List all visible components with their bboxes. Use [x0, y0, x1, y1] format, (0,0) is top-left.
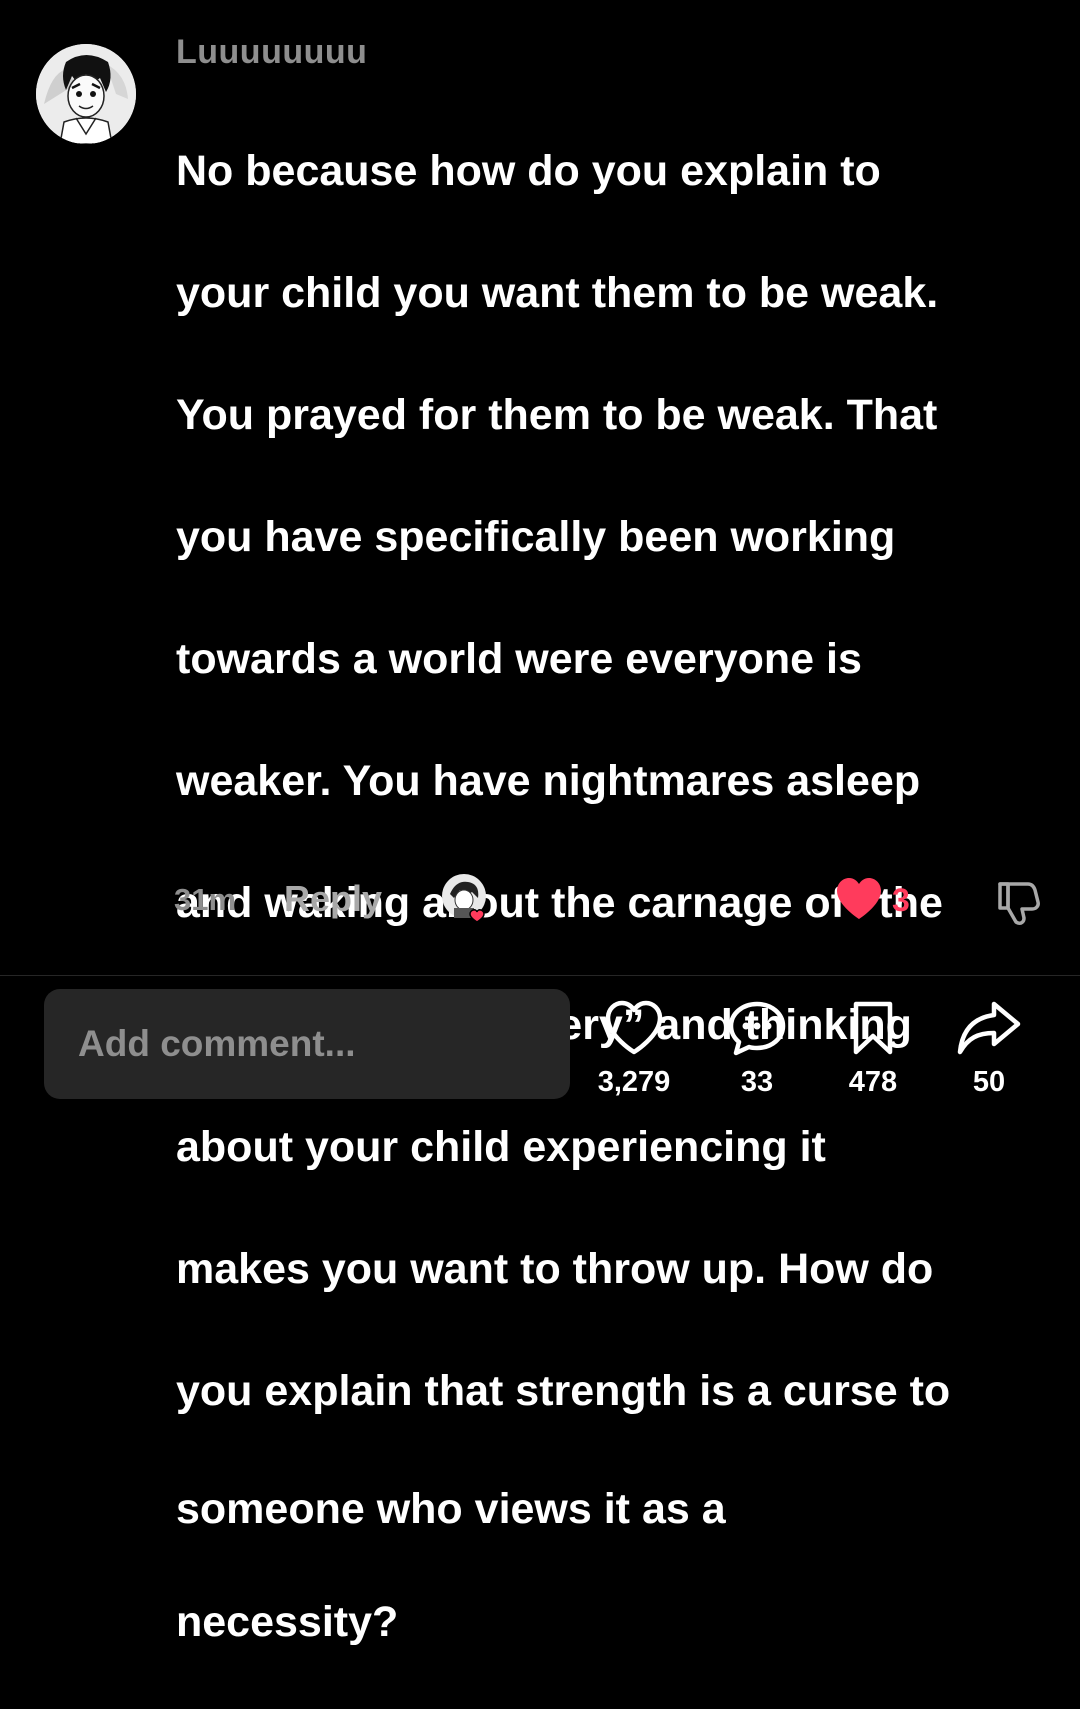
comment-username[interactable]: Luuuuuuuu — [176, 30, 367, 64]
comment-button[interactable]: 33 — [697, 1000, 817, 1099]
avatar[interactable] — [36, 44, 136, 144]
comment-line: you have specifically been working — [176, 513, 896, 561]
bookmark-icon — [853, 1001, 893, 1055]
comment-meta: 31m Reply 3 — [0, 870, 1080, 930]
comment-line: about your child experiencing it — [176, 1123, 826, 1171]
comment-icon — [728, 1001, 786, 1056]
like-button[interactable]: 3,279 — [574, 1000, 694, 1099]
comment-timestamp: 31m — [174, 882, 237, 917]
heart-fill — [837, 878, 881, 919]
liked-by-author-avatar — [442, 874, 486, 923]
bottom-bar: Add comment... 3,279 33 478 50 — [0, 976, 1080, 1116]
share-button[interactable]: 50 — [929, 1000, 1049, 1099]
share-icon — [957, 1001, 1021, 1055]
comment-line: weaker. You have nightmares asleep — [176, 757, 921, 805]
comment-line: someone who views it as a — [176, 1485, 726, 1533]
comment-line: towards a world were everyone is — [176, 635, 862, 683]
heart-icon[interactable] — [835, 877, 883, 921]
comment: Luuuuuuuu No because how do you explain … — [0, 0, 1080, 1646]
comment-line: necessity? — [176, 1598, 399, 1646]
reply-button[interactable]: Reply — [284, 878, 382, 920]
comment-line: You prayed for them to be weak. That — [176, 391, 938, 439]
comment-line: No because how do you explain to — [176, 147, 881, 195]
share-count: 50 — [972, 1066, 1006, 1098]
save-count: 478 — [848, 1066, 898, 1098]
comment-count: 33 — [740, 1066, 774, 1098]
add-comment-input[interactable]: Add comment... — [44, 989, 570, 1099]
like-icon — [605, 1000, 663, 1055]
comment-like-count: 3 — [892, 882, 910, 918]
save-button[interactable]: 478 — [813, 1000, 933, 1099]
dislike-icon[interactable] — [994, 878, 1042, 926]
comment-line: makes you want to throw up. How do — [176, 1245, 934, 1293]
comment-line: you explain that strength is a curse to — [176, 1367, 951, 1415]
like-count: 3,279 — [597, 1066, 671, 1098]
add-comment-placeholder: Add comment... — [78, 1023, 356, 1064]
comment-line: your child you want them to be weak. — [176, 269, 939, 317]
